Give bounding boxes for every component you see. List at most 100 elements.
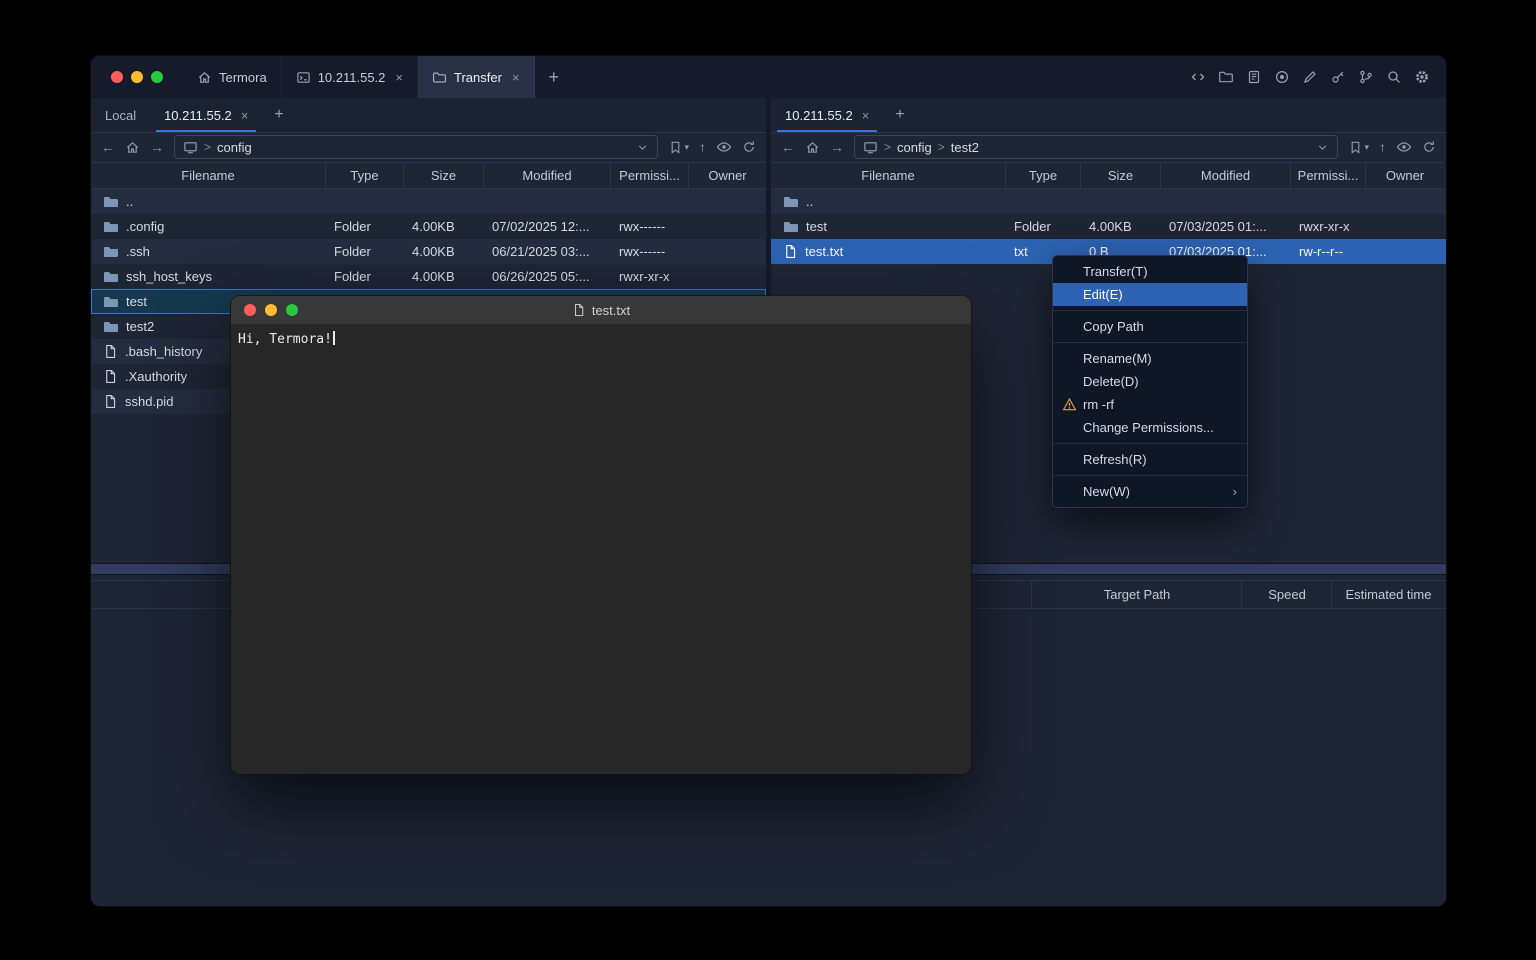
path-segment[interactable]: test2 [951, 140, 979, 155]
left-pane-tabs: Local 10.211.55.2 × + [91, 98, 766, 133]
home-button[interactable] [805, 140, 820, 155]
minimize-window-button[interactable] [265, 304, 277, 316]
path-segment[interactable]: config [217, 140, 252, 155]
branch-icon[interactable] [1358, 69, 1374, 85]
search-icon[interactable] [1386, 69, 1402, 85]
path-separator: > [938, 140, 945, 154]
close-tab-icon[interactable]: × [395, 70, 403, 85]
bookmark-icon[interactable] [668, 140, 683, 155]
zoom-window-button[interactable] [151, 71, 163, 83]
record-icon[interactable] [1274, 69, 1290, 85]
column-header-modified[interactable]: Modified [1161, 162, 1291, 189]
back-button[interactable]: ← [781, 140, 795, 154]
menu-item-rename[interactable]: Rename(M) [1053, 347, 1247, 370]
code-icon[interactable] [1190, 69, 1206, 85]
file-modified [484, 189, 611, 214]
close-tab-icon[interactable]: × [241, 108, 249, 123]
table-row[interactable]: .. [91, 189, 766, 214]
bookmark-caret[interactable]: ▾ [1364, 142, 1369, 153]
titlebar: Termora 10.211.55.2 × Transfer × + [91, 56, 1446, 99]
column-header-size[interactable]: Size [404, 162, 484, 189]
column-header-filename[interactable]: Filename [91, 162, 326, 189]
tab-local[interactable]: Local [91, 98, 150, 132]
refresh-icon[interactable] [742, 140, 756, 154]
menu-item-edit[interactable]: Edit(E) [1053, 283, 1247, 306]
back-button[interactable]: ← [101, 140, 115, 154]
close-tab-icon[interactable]: × [862, 108, 870, 123]
editor-titlebar[interactable]: test.txt [231, 296, 971, 325]
editor-text: Hi, Termora! [238, 332, 332, 347]
path-field[interactable]: > config [174, 135, 658, 159]
key-icon[interactable] [1330, 69, 1346, 85]
up-directory-button[interactable]: ↑ [699, 140, 706, 154]
folder-icon[interactable] [1218, 69, 1234, 85]
tab-remote-session[interactable]: 10.211.55.2 × [771, 98, 883, 132]
menu-item-refresh[interactable]: Refresh(R) [1053, 448, 1247, 471]
path-field[interactable]: > config > test2 [854, 135, 1338, 159]
forward-button[interactable]: → [150, 140, 164, 154]
menu-item-copy-path[interactable]: Copy Path [1053, 315, 1247, 338]
show-hidden-icon[interactable] [716, 139, 732, 155]
path-segment[interactable]: config [897, 140, 932, 155]
settings-icon[interactable] [1414, 69, 1430, 85]
up-directory-button[interactable]: ↑ [1379, 140, 1386, 154]
queue-column-speed[interactable]: Speed [1241, 581, 1332, 608]
new-pane-tab-button[interactable]: + [883, 98, 916, 132]
close-tab-icon[interactable]: × [512, 70, 520, 85]
filename: ssh_host_keys [126, 269, 212, 284]
table-row[interactable]: .config Folder 4.00KB 07/02/2025 12:... … [91, 214, 766, 239]
chevron-down-icon[interactable] [636, 141, 649, 154]
column-header-modified[interactable]: Modified [484, 162, 611, 189]
close-window-button[interactable] [244, 304, 256, 316]
home-button[interactable] [125, 140, 140, 155]
minimize-window-button[interactable] [131, 71, 143, 83]
show-hidden-icon[interactable] [1396, 139, 1412, 155]
column-header-owner[interactable]: Owner [689, 162, 766, 189]
tab-remote-session[interactable]: 10.211.55.2 × [150, 98, 262, 132]
bookmark-control[interactable]: ▾ [1348, 140, 1369, 155]
bookmark-icon[interactable] [1348, 140, 1363, 155]
file-type: Folder [326, 239, 404, 264]
refresh-icon[interactable] [1422, 140, 1436, 154]
filename: .Xauthority [125, 369, 187, 384]
table-row[interactable]: .. [771, 189, 1446, 214]
close-window-button[interactable] [111, 71, 123, 83]
table-row[interactable]: ssh_host_keys Folder 4.00KB 06/26/2025 0… [91, 264, 766, 289]
new-tab-button[interactable]: + [535, 56, 574, 98]
table-row[interactable]: .ssh Folder 4.00KB 06/21/2025 03:... rwx… [91, 239, 766, 264]
column-header-owner[interactable]: Owner [1366, 162, 1444, 189]
menu-item-rm-rf[interactable]: rm -rf [1053, 393, 1247, 416]
pencil-icon[interactable] [1302, 69, 1318, 85]
bookmark-control[interactable]: ▾ [668, 140, 689, 155]
file-type: Folder [1006, 214, 1081, 239]
column-header-type[interactable]: Type [1006, 162, 1081, 189]
tab-terminal-session[interactable]: 10.211.55.2 × [282, 56, 418, 98]
menu-item-delete[interactable]: Delete(D) [1053, 370, 1247, 393]
menu-item-new[interactable]: New(W) › [1053, 480, 1247, 503]
file-size: 4.00KB [404, 239, 484, 264]
tab-label: 10.211.55.2 [164, 108, 232, 123]
menu-separator [1053, 342, 1247, 343]
bookmark-caret[interactable]: ▾ [684, 142, 689, 153]
menu-item-change-permissions[interactable]: Change Permissions... [1053, 416, 1247, 439]
column-header-size[interactable]: Size [1081, 162, 1161, 189]
column-header-type[interactable]: Type [326, 162, 404, 189]
menu-item-transfer[interactable]: Transfer(T) [1053, 260, 1247, 283]
column-header-permissions[interactable]: Permissi... [611, 162, 689, 189]
tab-label: Termora [219, 70, 267, 85]
file-owner [689, 214, 766, 239]
queue-column-target-path[interactable]: Target Path [1031, 581, 1242, 608]
new-pane-tab-button[interactable]: + [262, 98, 295, 132]
column-header-permissions[interactable]: Permissi... [1291, 162, 1366, 189]
tab-transfer[interactable]: Transfer × [418, 56, 535, 98]
queue-column-estimated-time[interactable]: Estimated time [1331, 581, 1445, 608]
journal-icon[interactable] [1246, 69, 1262, 85]
path-separator: > [884, 140, 891, 154]
column-header-filename[interactable]: Filename [771, 162, 1006, 189]
tab-termora[interactable]: Termora [183, 56, 282, 98]
table-row[interactable]: test Folder 4.00KB 07/03/2025 01:... rwx… [771, 214, 1446, 239]
forward-button[interactable]: → [830, 140, 844, 154]
zoom-window-button[interactable] [286, 304, 298, 316]
chevron-down-icon[interactable] [1316, 141, 1329, 154]
editor-content[interactable]: Hi, Termora! [231, 325, 971, 353]
